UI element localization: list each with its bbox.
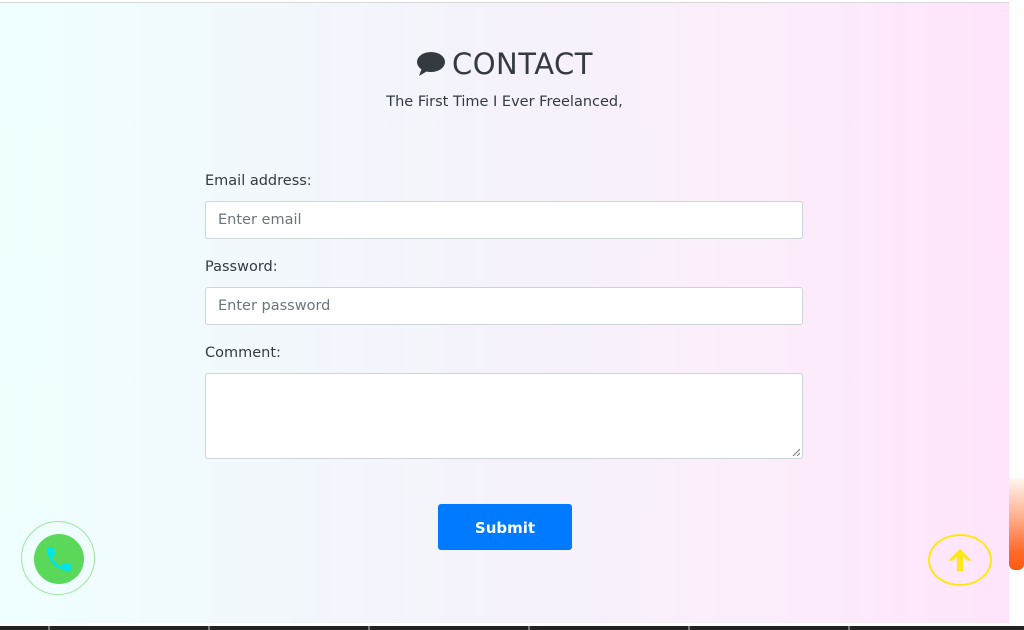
password-field-wrapper bbox=[205, 287, 803, 325]
bottom-edge bbox=[0, 626, 1024, 630]
scroll-to-top-button[interactable] bbox=[928, 534, 992, 586]
phone-icon bbox=[47, 547, 71, 571]
page-title: CONTACT bbox=[0, 47, 1009, 84]
resize-grip-icon[interactable] bbox=[792, 448, 800, 456]
comment-field[interactable] bbox=[206, 374, 802, 458]
page-subtitle: The First Time I Ever Freelanced, bbox=[386, 94, 623, 110]
comment-label: Comment: bbox=[205, 345, 281, 361]
phone-button[interactable] bbox=[34, 534, 84, 584]
page-title-text: CONTACT bbox=[451, 47, 594, 81]
scrollbar-thumb[interactable] bbox=[1009, 478, 1024, 570]
submit-button[interactable]: Submit bbox=[438, 504, 572, 550]
chat-bubble-icon bbox=[416, 50, 446, 84]
password-field[interactable] bbox=[206, 288, 802, 324]
email-label: Email address: bbox=[205, 173, 312, 189]
arrow-up-icon bbox=[948, 548, 972, 572]
password-label: Password: bbox=[205, 259, 278, 275]
email-field-wrapper bbox=[205, 201, 803, 239]
comment-field-wrapper bbox=[205, 373, 803, 459]
email-field[interactable] bbox=[206, 202, 802, 238]
